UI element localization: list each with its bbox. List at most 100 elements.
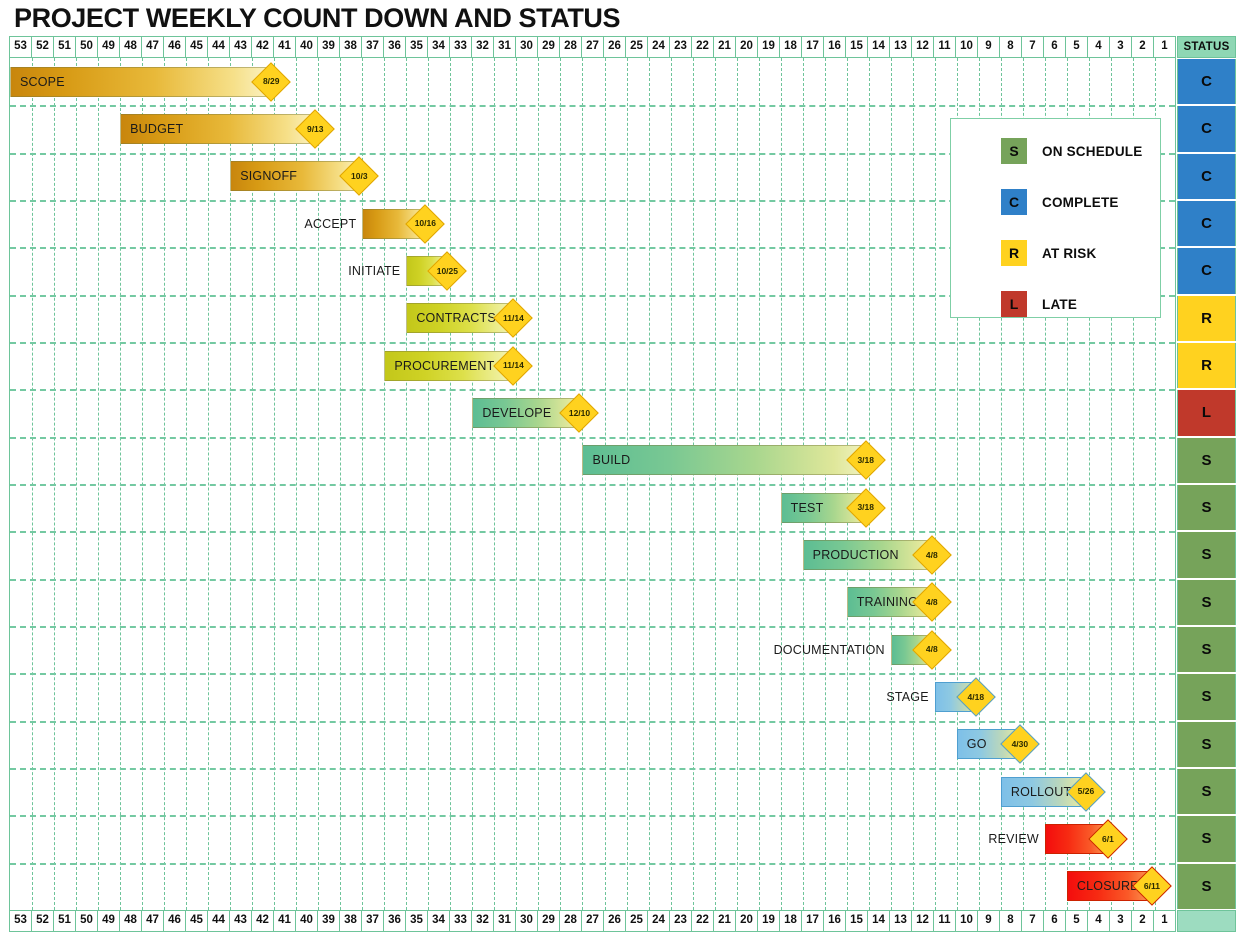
gantt-task-bar[interactable]: SCOPE 8/29 (10, 61, 292, 102)
week-tick-32: 32 (472, 37, 494, 57)
week-tick-41: 41 (274, 911, 296, 931)
milestone-diamond[interactable]: 8/29 (251, 61, 292, 102)
legend-item-c: C COMPLETE (951, 184, 1162, 220)
week-tick-7: 7 (1022, 37, 1044, 57)
week-tick-30: 30 (516, 37, 538, 57)
gantt-task-bar[interactable]: BUILD 3/18 (582, 440, 886, 481)
milestone-diamond[interactable]: 10/25 (427, 251, 468, 291)
week-tick-53: 53 (10, 911, 32, 931)
week-tick-15: 15 (846, 37, 868, 57)
gantt-task-bar[interactable]: BUDGET 9/13 (120, 109, 336, 149)
week-tick-25: 25 (626, 911, 648, 931)
gantt-task-bar[interactable]: CONTRACTS 11/14 (406, 298, 534, 339)
milestone-diamond[interactable]: 3/18 (845, 487, 886, 528)
milestone-diamond[interactable]: 9/13 (295, 109, 336, 149)
milestone-diamond[interactable]: 3/18 (845, 440, 886, 481)
task-label: BUDGET (130, 122, 184, 136)
task-label: ACCEPT (304, 216, 357, 231)
week-tick-52: 52 (32, 37, 54, 57)
legend-swatch-icon: R (1001, 240, 1027, 266)
week-tick-10: 10 (956, 37, 978, 57)
gantt-task-bar[interactable]: TEST 3/18 (780, 487, 886, 528)
gantt-task-bar[interactable]: ROLLOUT 5/26 (1000, 771, 1106, 812)
week-tick-42: 42 (252, 911, 274, 931)
legend-label: COMPLETE (1042, 194, 1119, 210)
week-tick-31: 31 (494, 37, 516, 57)
milestone-diamond[interactable]: 6/11 (1132, 866, 1172, 907)
week-tick-52: 52 (32, 911, 54, 931)
week-tick-4: 4 (1088, 911, 1110, 931)
milestone-diamond[interactable]: 4/30 (1000, 724, 1040, 765)
week-tick-2: 2 (1132, 911, 1154, 931)
horizontal-gridline (10, 436, 1175, 439)
legend-swatch-icon: L (1001, 291, 1027, 317)
week-tick-26: 26 (604, 37, 626, 57)
gantt-chart: 53 52 51 50 49 48 47 46 45 44 43 42 41 40 39 38 37 36 35 34… (9, 36, 1236, 932)
milestone-date: 4/8 (925, 597, 938, 608)
week-scale-footer: 53 52 51 50 49 48 47 46 45 44 43 42 41 40 39 38 37 36 35 34… (9, 910, 1176, 932)
week-tick-24: 24 (648, 911, 670, 931)
gantt-task-bar[interactable]: PROCUREMENT 11/14 (384, 345, 534, 386)
milestone-diamond[interactable]: 4/18 (956, 677, 996, 717)
week-tick-51: 51 (54, 37, 76, 57)
gantt-task-bar[interactable]: GO 4/30 (956, 724, 1040, 765)
week-tick-44: 44 (208, 37, 230, 57)
gantt-task-bar[interactable]: CLOSURE 6/11 (1066, 866, 1172, 907)
milestone-date: 3/18 (857, 455, 874, 466)
week-tick-29: 29 (538, 37, 560, 57)
status-cell-procurement: R (1177, 343, 1236, 389)
week-tick-18: 18 (780, 37, 802, 57)
milestone-diamond[interactable]: 6/1 (1088, 819, 1128, 859)
horizontal-gridline (10, 531, 1175, 534)
milestone-date: 4/18 (967, 691, 985, 702)
milestone-diamond[interactable]: 10/3 (339, 156, 380, 197)
week-tick-8: 8 (1000, 911, 1022, 931)
gantt-task-bar[interactable]: DOCUMENTATION 4/8 (774, 629, 952, 670)
gantt-task-bar[interactable]: INITIATE 10/25 (348, 251, 468, 291)
gantt-task-bar[interactable]: DEVELOPE 12/10 (472, 393, 600, 433)
milestone-diamond[interactable]: 4/8 (911, 582, 952, 623)
horizontal-gridline (10, 815, 1175, 818)
gantt-task-bar[interactable]: REVIEW 6/1 (988, 819, 1128, 859)
gantt-task-bar[interactable]: STAGE 4/18 (886, 677, 996, 717)
task-label: SCOPE (20, 74, 65, 89)
milestone-diamond[interactable]: 4/8 (911, 629, 952, 670)
status-cell-documentation: S (1177, 627, 1236, 673)
week-tick-37: 37 (362, 37, 384, 57)
week-tick-16: 16 (824, 37, 846, 57)
week-tick-47: 47 (142, 911, 164, 931)
week-tick-49: 49 (98, 911, 120, 931)
week-tick-33: 33 (450, 37, 472, 57)
week-tick-8: 8 (1000, 37, 1022, 57)
milestone-diamond[interactable]: 11/14 (493, 298, 534, 339)
week-tick-23: 23 (670, 911, 692, 931)
gantt-task-bar[interactable]: SIGNOFF 10/3 (230, 156, 380, 197)
milestone-diamond[interactable]: 5/26 (1066, 771, 1106, 812)
week-tick-49: 49 (98, 37, 120, 57)
week-tick-20: 20 (736, 37, 758, 57)
task-label: INITIATE (348, 264, 401, 278)
horizontal-gridline (10, 673, 1175, 676)
horizontal-gridline (10, 389, 1175, 392)
week-tick-35: 35 (406, 37, 428, 57)
gantt-task-bar[interactable]: PRODUCTION 4/8 (802, 535, 952, 575)
week-tick-37: 37 (362, 911, 384, 931)
milestone-diamond[interactable]: 4/8 (911, 535, 952, 575)
milestone-diamond[interactable]: 11/14 (493, 345, 534, 386)
week-tick-34: 34 (428, 37, 450, 57)
horizontal-gridline (10, 768, 1175, 770)
milestone-diamond[interactable]: 12/10 (559, 393, 600, 433)
week-tick-48: 48 (120, 37, 142, 57)
week-tick-42: 42 (252, 37, 274, 57)
gantt-task-bar[interactable]: ACCEPT 10/16 (304, 203, 446, 244)
week-tick-36: 36 (384, 37, 406, 57)
week-tick-29: 29 (538, 911, 560, 931)
week-tick-43: 43 (230, 911, 252, 931)
milestone-diamond[interactable]: 10/16 (405, 203, 446, 244)
status-cell-closure: S (1177, 863, 1236, 909)
week-tick-30: 30 (516, 911, 538, 931)
status-cell-test: S (1177, 485, 1236, 531)
legend-label: ON SCHEDULE (1042, 143, 1143, 159)
gantt-task-bar[interactable]: TRAINING 4/8 (846, 582, 952, 623)
week-tick-9: 9 (978, 37, 1000, 57)
